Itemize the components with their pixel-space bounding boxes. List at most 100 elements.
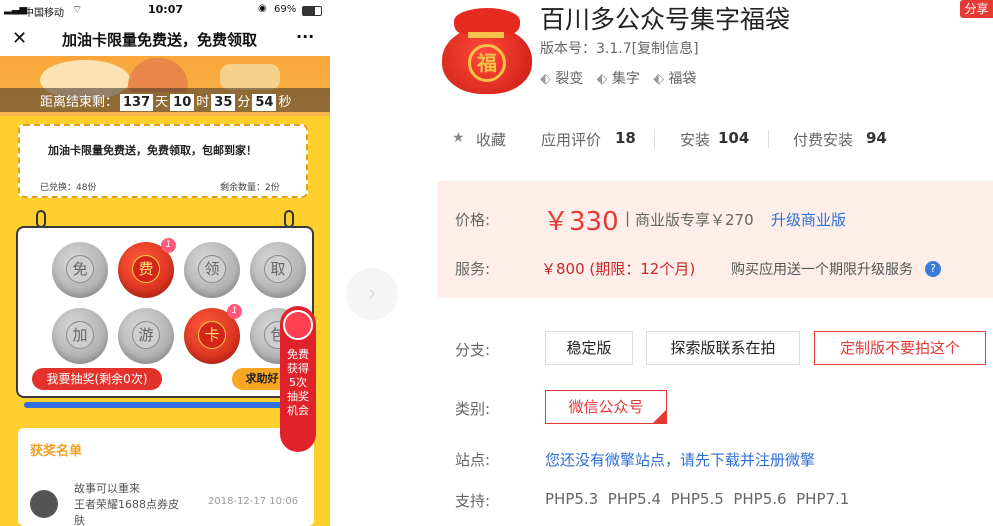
bag-you[interactable]: 游 bbox=[118, 308, 174, 364]
side-promo[interactable]: 免费获得5次抽奖机会 bbox=[280, 306, 316, 452]
app-title: 百川多公众号集字福袋 bbox=[540, 5, 791, 34]
branch-explore[interactable]: 探索版联系在拍 bbox=[646, 331, 800, 365]
rating-count: 18 bbox=[615, 129, 636, 147]
service-note: 购买应用送一个期限升级服务 bbox=[731, 262, 913, 278]
site-label: 站点: bbox=[455, 451, 491, 469]
close-icon[interactable]: ✕ bbox=[12, 28, 27, 49]
category-wechat[interactable]: 微信公众号 bbox=[545, 390, 667, 424]
app-logo: 福 bbox=[440, 4, 534, 94]
bag-mian[interactable]: 免 bbox=[52, 242, 108, 298]
countdown-days: 137 bbox=[120, 94, 154, 111]
bag-fei[interactable]: 费1 bbox=[118, 238, 176, 298]
countdown-hours: 10 bbox=[170, 94, 195, 111]
phone-screenshot: ▂▃▅ 中国移动 ⌔ 10:07 ◉ 69% ✕ 加油卡限量免费送，免费领取 ·… bbox=[0, 0, 330, 526]
stats-divider bbox=[768, 130, 769, 148]
category-label: 类别: bbox=[455, 400, 491, 418]
winner-prize: 王者荣耀1688点券皮 bbox=[74, 498, 179, 511]
cartoon-food bbox=[220, 64, 280, 90]
board-base bbox=[24, 402, 306, 408]
avatar bbox=[30, 490, 58, 518]
price-panel: 价格: ￥330 | 商业版专享￥270 升级商业版 服务: ￥800 (期限：… bbox=[437, 181, 993, 298]
ticket-title: 加油卡限量免费送，免费领取，包邮到家！ bbox=[48, 144, 257, 157]
php-version: PHP5.3 bbox=[545, 490, 599, 508]
help-icon[interactable]: ? bbox=[925, 261, 941, 277]
tag-icon: ⬖ bbox=[540, 71, 551, 87]
price-value: ￥330 bbox=[543, 207, 619, 237]
nav-bar: ✕ 加油卡限量免费送，免费领取 ··· bbox=[0, 22, 330, 56]
branch-label: 分支: bbox=[455, 341, 491, 359]
app-version: 版本号：3.1.7[复制信息] bbox=[540, 41, 699, 57]
php-version: PHP5.6 bbox=[733, 490, 787, 508]
status-time: 10:07 bbox=[148, 3, 184, 16]
bag-ka[interactable]: 卡1 bbox=[184, 304, 242, 364]
tag-item[interactable]: 集字 bbox=[612, 71, 640, 87]
php-version: PHP7.1 bbox=[796, 490, 850, 508]
countdown-label: 距离结束剩： bbox=[40, 95, 119, 110]
bag-char: 领 bbox=[198, 255, 226, 283]
bag-neck bbox=[454, 8, 520, 34]
bag-char: 免 bbox=[66, 255, 94, 283]
winners-title: 获奖名单 bbox=[30, 444, 83, 459]
tag-item[interactable]: 福袋 bbox=[668, 71, 696, 87]
install-count: 104 bbox=[718, 129, 750, 147]
minutes-unit: 分 bbox=[237, 95, 251, 110]
paid-install-count: 94 bbox=[866, 129, 887, 147]
upgrade-link[interactable]: 升级商业版 bbox=[771, 209, 846, 230]
php-version: PHP5.4 bbox=[607, 490, 662, 508]
winner-prize-cont: 肤 bbox=[74, 514, 85, 526]
prize-ticket: 加油卡限量免费送，免费领取，包邮到家！ 已兑换：48份 剩余数量：2份 bbox=[18, 124, 308, 198]
support-label: 支持: bbox=[455, 492, 491, 510]
location-icon: ◉ bbox=[258, 3, 267, 14]
bag-rope bbox=[468, 32, 504, 38]
tag-list: ⬖ 裂变 ⬖ 集字 ⬖ 福袋 bbox=[540, 68, 696, 88]
bag-char: 取 bbox=[264, 255, 292, 283]
site-link[interactable]: 您还没有微擎站点，请先下载并注册微擎 bbox=[545, 449, 815, 470]
price-separator: | bbox=[625, 209, 631, 227]
logo-char: 福 bbox=[468, 44, 506, 82]
countdown-minutes: 35 bbox=[211, 94, 236, 111]
side-promo-text: 免费获得5次抽奖机会 bbox=[287, 348, 309, 417]
bag-badge: 1 bbox=[161, 238, 176, 253]
bag-char: 卡 bbox=[198, 321, 226, 349]
cartoon-face bbox=[128, 58, 188, 92]
draw-button[interactable]: 我要抽奖(剩余0次) bbox=[32, 368, 162, 390]
branch-stable[interactable]: 稳定版 bbox=[545, 331, 633, 365]
star-icon[interactable]: ★ bbox=[452, 130, 465, 146]
winners-panel: 获奖名单 故事可以重来 王者荣耀1688点券皮 肤 2018-12-17 10:… bbox=[18, 428, 314, 526]
bag-char: 游 bbox=[132, 321, 160, 349]
tag-icon: ⬖ bbox=[653, 71, 664, 87]
carrier: 中国移动 bbox=[24, 8, 64, 19]
more-icon[interactable]: ··· bbox=[296, 27, 314, 46]
service-value: ￥800 (期限：12个月) bbox=[541, 260, 696, 278]
bag-ling[interactable]: 领 bbox=[184, 242, 240, 298]
bag-char: 费 bbox=[132, 255, 160, 283]
tag-item[interactable]: 裂变 bbox=[555, 71, 583, 87]
countdown-seconds: 54 bbox=[252, 94, 277, 111]
stats-divider bbox=[654, 130, 655, 148]
bag-jia[interactable]: 加 bbox=[52, 308, 108, 364]
business-price: 商业版专享￥270 bbox=[635, 211, 754, 229]
tag-icon: ⬖ bbox=[596, 71, 608, 87]
selected-check-icon bbox=[652, 409, 667, 424]
battery-level: 69% bbox=[274, 4, 297, 15]
carousel-next-icon[interactable]: › bbox=[346, 268, 398, 320]
share-button[interactable]: 分享 bbox=[960, 0, 993, 18]
bag-qu[interactable]: 取 bbox=[250, 242, 306, 298]
branch-custom[interactable]: 定制版不要拍这个 bbox=[814, 331, 986, 365]
battery-icon bbox=[302, 6, 322, 16]
rating-label: 应用评价 bbox=[541, 131, 602, 149]
favorite-label[interactable]: 收藏 bbox=[476, 129, 506, 150]
redeemed-count: 已兑换：48份 bbox=[40, 183, 97, 193]
seconds-unit: 秒 bbox=[278, 95, 292, 110]
bag-char: 加 bbox=[66, 321, 94, 349]
hours-unit: 时 bbox=[196, 95, 210, 110]
php-version: PHP5.5 bbox=[670, 490, 724, 508]
nav-title: 加油卡限量免费送，免费领取 bbox=[62, 31, 258, 49]
bag-board: 免 费1 领 取 加 游 卡1 包 我要抽奖(剩余0次) 求助好 bbox=[16, 226, 314, 398]
winner-time: 2018-12-17 10:06 bbox=[208, 496, 299, 507]
wifi-icon: ⌔ bbox=[72, 3, 83, 16]
install-label: 安装 bbox=[680, 131, 711, 149]
remaining-count: 剩余数量：2份 bbox=[220, 183, 280, 193]
price-label: 价格: bbox=[455, 211, 491, 229]
service-label: 服务: bbox=[455, 260, 491, 278]
